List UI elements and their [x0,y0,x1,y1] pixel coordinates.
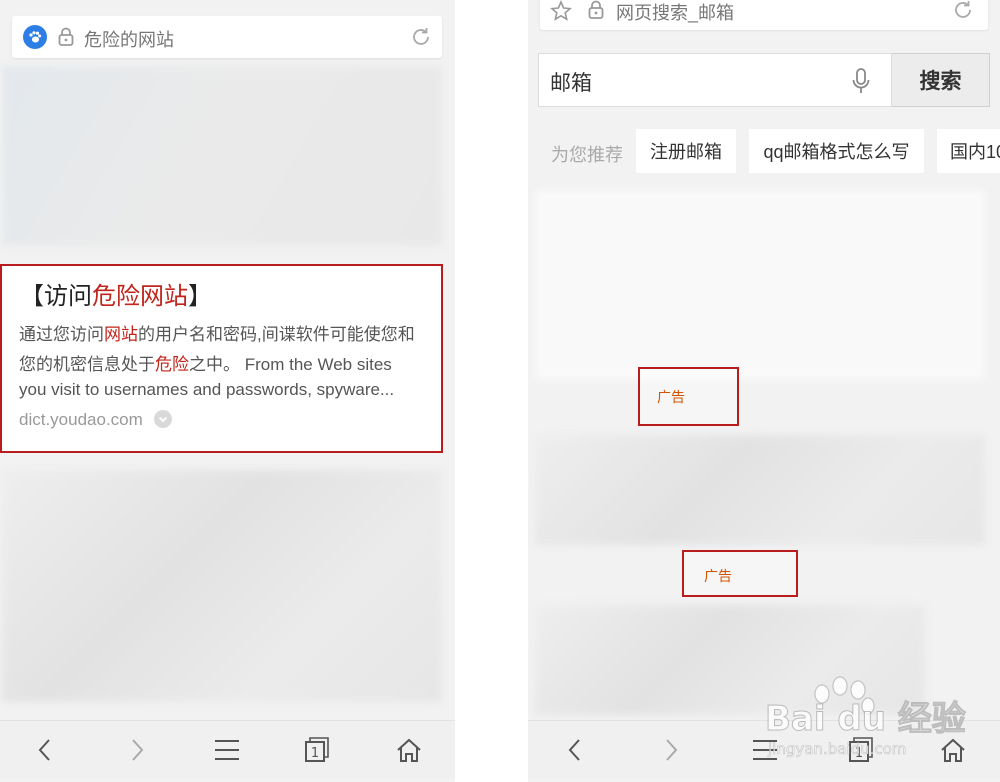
recommend-label: 为您推荐 [551,145,623,165]
menu-icon[interactable] [210,733,244,767]
forward-icon[interactable] [120,733,154,767]
svg-text:1: 1 [855,746,863,761]
recommend-chip[interactable]: 注册邮箱 [636,129,736,173]
result-desc-line-2: 您的机密信息处于危险之中。 From the Web sites [19,355,392,374]
result-title[interactable]: 【访问危险网站】 [20,276,212,311]
microphone-icon[interactable] [851,67,871,100]
chevron-down-icon[interactable] [153,410,172,428]
home-icon[interactable] [936,733,970,767]
address-bar[interactable]: 危险的网站 [12,16,442,58]
result-desc-line-1: 通过您访问网站的用户名和密码,间谍软件可能使您和 [19,325,415,344]
search-input[interactable]: 邮箱 [538,53,892,107]
blurred-result-top [2,66,442,246]
lock-icon [58,27,74,52]
ad-highlight-box [682,550,798,597]
tabs-icon[interactable]: 1 [844,733,878,767]
baidu-paw-icon [23,25,47,49]
address-bar-right[interactable]: 网页搜索_邮箱 [540,0,988,30]
result-source[interactable]: dict.youdao.com [19,410,172,430]
back-icon[interactable] [558,733,592,767]
result-desc-line-3: you visit to usernames and passwords, sp… [19,380,395,399]
ad-label: 广告 [704,568,732,584]
recommend-chip[interactable]: qq邮箱格式怎么写 [749,129,924,173]
refresh-icon[interactable] [952,0,974,26]
svg-text:1: 1 [311,746,319,761]
page-title: 网页搜索_邮箱 [616,3,735,23]
blurred-ad-2 [535,435,985,545]
home-icon[interactable] [392,733,426,767]
recommend-chip[interactable]: 国内10 [937,129,1000,173]
back-icon[interactable] [28,733,62,767]
ad-label: 广告 [657,389,685,405]
star-icon[interactable] [550,0,572,27]
divider-gap [455,0,528,782]
tabs-icon[interactable]: 1 [300,733,334,767]
forward-icon[interactable] [654,733,688,767]
left-bottom-nav: 1 [0,720,455,778]
ad-highlight-box [638,367,739,426]
refresh-icon[interactable] [410,26,432,53]
page-title: 危险的网站 [84,30,174,50]
search-button[interactable]: 搜索 [892,53,990,107]
blurred-ad-3 [535,605,925,715]
lock-icon [588,0,604,25]
right-bottom-nav: 1 [528,720,1000,778]
blurred-result-bottom [2,470,442,702]
menu-icon[interactable] [748,733,782,767]
blurred-ad-1 [535,190,985,380]
